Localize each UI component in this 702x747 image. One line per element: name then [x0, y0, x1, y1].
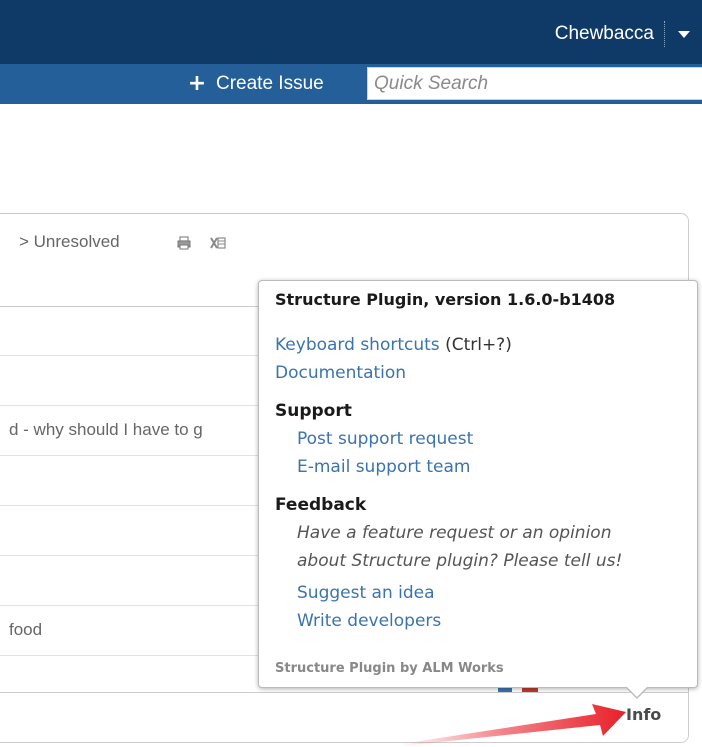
post-support-request-link[interactable]: Post support request [297, 429, 473, 449]
email-support-team-link[interactable]: E-mail support team [297, 457, 470, 477]
sub-header: + Create Issue [0, 64, 702, 104]
keyboard-shortcuts-link[interactable]: Keyboard shortcuts [275, 335, 440, 355]
popup-title: Structure Plugin, version 1.6.0-b1408 [275, 290, 616, 309]
keyboard-shortcuts-row: Keyboard shortcuts (Ctrl+?) [275, 335, 512, 355]
excel-icon[interactable] [210, 236, 226, 250]
user-menu[interactable]: Chewbacca [555, 18, 702, 50]
support-heading: Support [275, 401, 352, 421]
filter-breadcrumb[interactable]: > Unresolved [19, 232, 120, 252]
print-icon[interactable] [177, 236, 191, 250]
top-header: Chewbacca [0, 0, 702, 64]
create-issue-button[interactable]: + Create Issue [186, 68, 324, 100]
feedback-heading: Feedback [275, 495, 367, 515]
create-issue-label: Create Issue [216, 73, 324, 94]
quick-search-input[interactable] [367, 67, 702, 100]
plus-icon: + [187, 71, 207, 96]
write-developers-link[interactable]: Write developers [297, 611, 441, 631]
documentation-link[interactable]: Documentation [275, 363, 406, 383]
popup-pointer [625, 686, 649, 699]
row-summary: food [9, 620, 43, 639]
info-link[interactable]: Info [626, 705, 661, 724]
feedback-text-line2: about Structure plugin? Please tell us! [297, 551, 623, 571]
row-summary: d - why should I have to g [9, 420, 203, 439]
structure-info-popup: Structure Plugin, version 1.6.0-b1408 Ke… [258, 280, 698, 699]
red-arrow-icon [400, 704, 626, 746]
suggest-idea-link[interactable]: Suggest an idea [297, 583, 435, 603]
user-name[interactable]: Chewbacca [555, 23, 664, 45]
keyboard-shortcut-hint: (Ctrl+?) [445, 335, 512, 355]
feedback-text-line1: Have a feature request or an opinion [297, 523, 612, 543]
chevron-down-icon[interactable] [666, 18, 702, 50]
popup-footer: Structure Plugin by ALM Works [275, 661, 504, 676]
